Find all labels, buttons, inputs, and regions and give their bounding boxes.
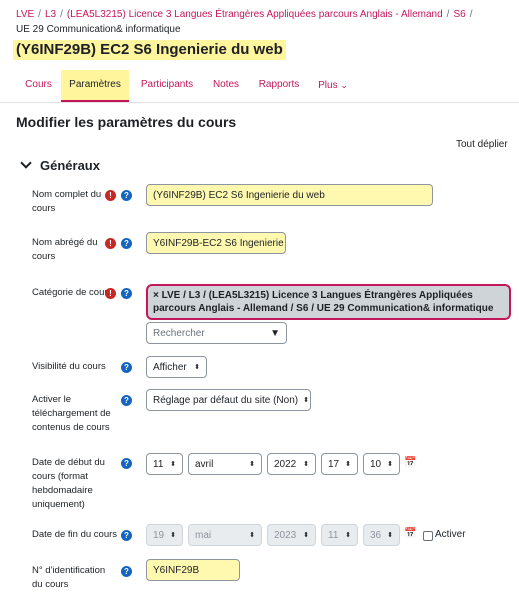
expand-all-link[interactable]: Tout déplier [456, 139, 508, 150]
start-hour-select[interactable]: 17 ⬍ [321, 453, 358, 475]
start-minute-value: 10 [370, 458, 382, 470]
select-arrow-icon: ⬍ [387, 532, 393, 539]
select-arrow-icon: ⬍ [345, 461, 351, 468]
section-title: Généraux [40, 158, 100, 173]
breadcrumb-current: UE 29 Communication& informatique [16, 24, 181, 35]
end-year-select[interactable]: 2023 ⬍ [267, 524, 316, 546]
tab-parametres[interactable]: Paramètres [61, 70, 129, 102]
visibility-label: Visibilité du cours [32, 361, 106, 372]
end-minute-select[interactable]: 36 ⬍ [363, 524, 400, 546]
help-icon[interactable]: ? [121, 566, 132, 577]
tab-cours[interactable]: Cours [16, 70, 61, 102]
required-icon: ! [105, 238, 116, 249]
dropdown-arrow-icon: ▼ [270, 327, 280, 339]
end-date-enable-label: Activer [435, 529, 466, 540]
help-icon[interactable]: ? [121, 238, 132, 249]
end-month-value: mai [195, 529, 212, 541]
course-nav: Cours Paramètres Participants Notes Rapp… [0, 70, 519, 103]
end-day-value: 19 [153, 529, 165, 541]
breadcrumb-separator: / [60, 9, 63, 20]
required-icon: ! [105, 190, 116, 201]
tab-participants[interactable]: Participants [133, 70, 201, 102]
help-icon[interactable]: ? [121, 395, 132, 406]
start-year-value: 2022 [274, 458, 297, 470]
end-hour-value: 11 [328, 529, 339, 541]
breadcrumb-link-s6[interactable]: S6 [453, 9, 465, 20]
help-icon[interactable]: ? [121, 190, 132, 201]
select-arrow-icon: ⬍ [345, 532, 351, 539]
download-label: Activer le téléchargement de contenus de… [32, 394, 111, 433]
start-minute-select[interactable]: 10 ⬍ [363, 453, 400, 475]
select-arrow-icon: ⬍ [249, 532, 255, 539]
start-month-select[interactable]: avril ⬍ [188, 453, 262, 475]
select-arrow-icon: ⬍ [303, 532, 309, 539]
category-search-placeholder: Rechercher [153, 327, 205, 339]
select-arrow-icon: ⬍ [249, 461, 255, 468]
select-arrow-icon: ⬍ [194, 364, 200, 371]
help-icon[interactable]: ? [121, 530, 132, 541]
start-hour-value: 17 [328, 458, 340, 470]
calendar-icon[interactable]: 📅 [404, 457, 416, 468]
download-select[interactable]: Réglage par défaut du site (Non) ⬍ [146, 389, 311, 411]
shortname-input[interactable]: Y6INF29B-EC2 S6 Ingenierie d [146, 232, 286, 254]
breadcrumb-link-licence[interactable]: (LEA5L3215) Licence 3 Langues Étrangères… [67, 9, 443, 20]
category-search-select[interactable]: Rechercher ▼ [146, 322, 287, 344]
breadcrumb-link-lve[interactable]: LVE [16, 9, 34, 20]
settings-heading: Modifier les paramètres du cours [16, 114, 237, 130]
idnumber-label: N° d'identification du cours [32, 565, 106, 590]
end-day-select[interactable]: 19 ⬍ [146, 524, 183, 546]
select-arrow-icon: ⬍ [170, 532, 176, 539]
select-arrow-icon: ⬍ [303, 461, 309, 468]
start-date-label: Date de début du cours (format hebdomada… [32, 457, 105, 510]
end-minute-value: 36 [370, 529, 382, 541]
breadcrumb-link-l3[interactable]: L3 [45, 9, 56, 20]
help-icon[interactable]: ? [121, 362, 132, 373]
download-value: Réglage par défaut du site (Non) [153, 394, 299, 406]
select-arrow-icon: ⬍ [170, 461, 176, 468]
section-generaux[interactable]: Généraux [20, 157, 100, 173]
tab-rapports[interactable]: Rapports [251, 70, 307, 102]
fullname-input[interactable]: (Y6INF29B) EC2 S6 Ingenierie du web [146, 184, 433, 206]
tab-notes[interactable]: Notes [205, 70, 247, 102]
calendar-icon[interactable]: 📅 [404, 528, 416, 539]
start-day-select[interactable]: 11 ⬍ [146, 453, 183, 475]
end-date-label: Date de fin du cours [32, 529, 118, 540]
end-hour-select[interactable]: 11 ⬍ [321, 524, 358, 546]
start-month-value: avril [195, 458, 214, 470]
end-year-value: 2023 [274, 529, 297, 541]
breadcrumb-separator: / [446, 9, 450, 20]
chevron-down-icon: ⌄ [340, 80, 348, 90]
help-icon[interactable]: ? [121, 288, 132, 299]
category-selected-tag[interactable]: × LVE / L3 / (LEA5L3215) Licence 3 Langu… [146, 284, 511, 320]
visibility-select[interactable]: Afficher ⬍ [146, 356, 207, 378]
end-month-select[interactable]: mai ⬍ [188, 524, 262, 546]
select-arrow-icon: ⬍ [303, 397, 309, 404]
breadcrumb-separator: / [469, 9, 473, 20]
tab-plus[interactable]: Plus ⌄ [311, 70, 355, 102]
required-icon: ! [105, 288, 116, 299]
visibility-value: Afficher [153, 361, 187, 373]
start-year-select[interactable]: 2022 ⬍ [267, 453, 316, 475]
select-arrow-icon: ⬍ [387, 461, 393, 468]
page-title: (Y6INF29B) EC2 S6 Ingenierie du web [13, 40, 286, 60]
end-date-enable-checkbox[interactable] [423, 531, 433, 541]
breadcrumb: LVE / L3/(LEA5L3215) Licence 3 Langues Étr… [16, 7, 516, 37]
chevron-down-icon [20, 157, 32, 169]
idnumber-input[interactable]: Y6INF29B [146, 559, 240, 581]
start-day-value: 11 [153, 458, 164, 470]
breadcrumb-separator: / [38, 9, 41, 20]
help-icon[interactable]: ? [121, 458, 132, 469]
tab-plus-label: Plus [318, 80, 338, 91]
